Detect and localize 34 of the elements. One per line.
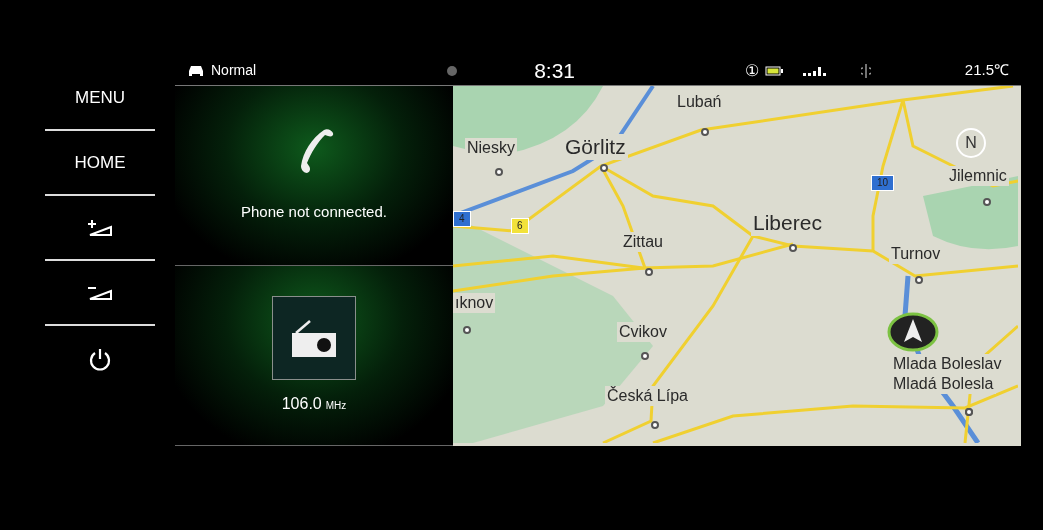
map-place-label: Zittau	[621, 232, 665, 252]
road-number-sign: 10	[871, 175, 895, 191]
map-place-label: Turnov	[889, 244, 943, 264]
power-icon	[89, 346, 111, 371]
sidebar-button[interactable]: HOME	[45, 131, 155, 196]
vehicle-position-icon	[887, 312, 939, 352]
frequency-unit: MHz	[325, 398, 347, 413]
map-place-label: Česká Lípa	[605, 386, 690, 406]
battery-icon	[765, 65, 783, 76]
signal-bars-icon	[803, 65, 827, 76]
map-place-label: ıknov	[453, 293, 496, 313]
volume-up-icon	[87, 218, 113, 237]
radio-icon	[290, 318, 338, 357]
drive-mode-label: Normal	[211, 61, 257, 80]
navigation-map[interactable]: Lubań Niesky Görlitz Jilemnic Liberec Zittau Turnov ıknov Cvikov Česká Lípa Mlada Boleslav Mladá Bolesla 4 6 10 N	[453, 86, 1021, 446]
status-indicator: ①	[745, 60, 759, 81]
compass-button[interactable]: N	[956, 128, 986, 158]
car-icon	[187, 64, 205, 77]
map-place-label: Görlitz	[563, 134, 628, 161]
outside-temperature: 21.5℃	[964, 60, 1009, 81]
clock-time: 8:31	[534, 57, 575, 84]
road-number-sign: 4	[453, 211, 471, 227]
sidebar-button[interactable]: MENU	[45, 66, 155, 131]
phone-status-text: Phone not connected.	[241, 202, 387, 223]
map-place-label: Cvikov	[617, 322, 669, 342]
volume-down-icon	[87, 284, 113, 301]
map-place-label: Niesky	[465, 138, 517, 158]
map-place-label: Mladá Bolesla	[891, 374, 996, 394]
radio-tile[interactable]: 106.0 MHz	[175, 266, 453, 445]
map-place-label: Jilemnic	[947, 166, 1009, 186]
road-number-sign: 6	[511, 218, 529, 234]
phone-tile[interactable]: Phone not connected.	[175, 86, 453, 266]
radio-frequency: 106.0	[281, 393, 322, 414]
map-place-label: Mlada Boleslav	[891, 354, 1004, 374]
